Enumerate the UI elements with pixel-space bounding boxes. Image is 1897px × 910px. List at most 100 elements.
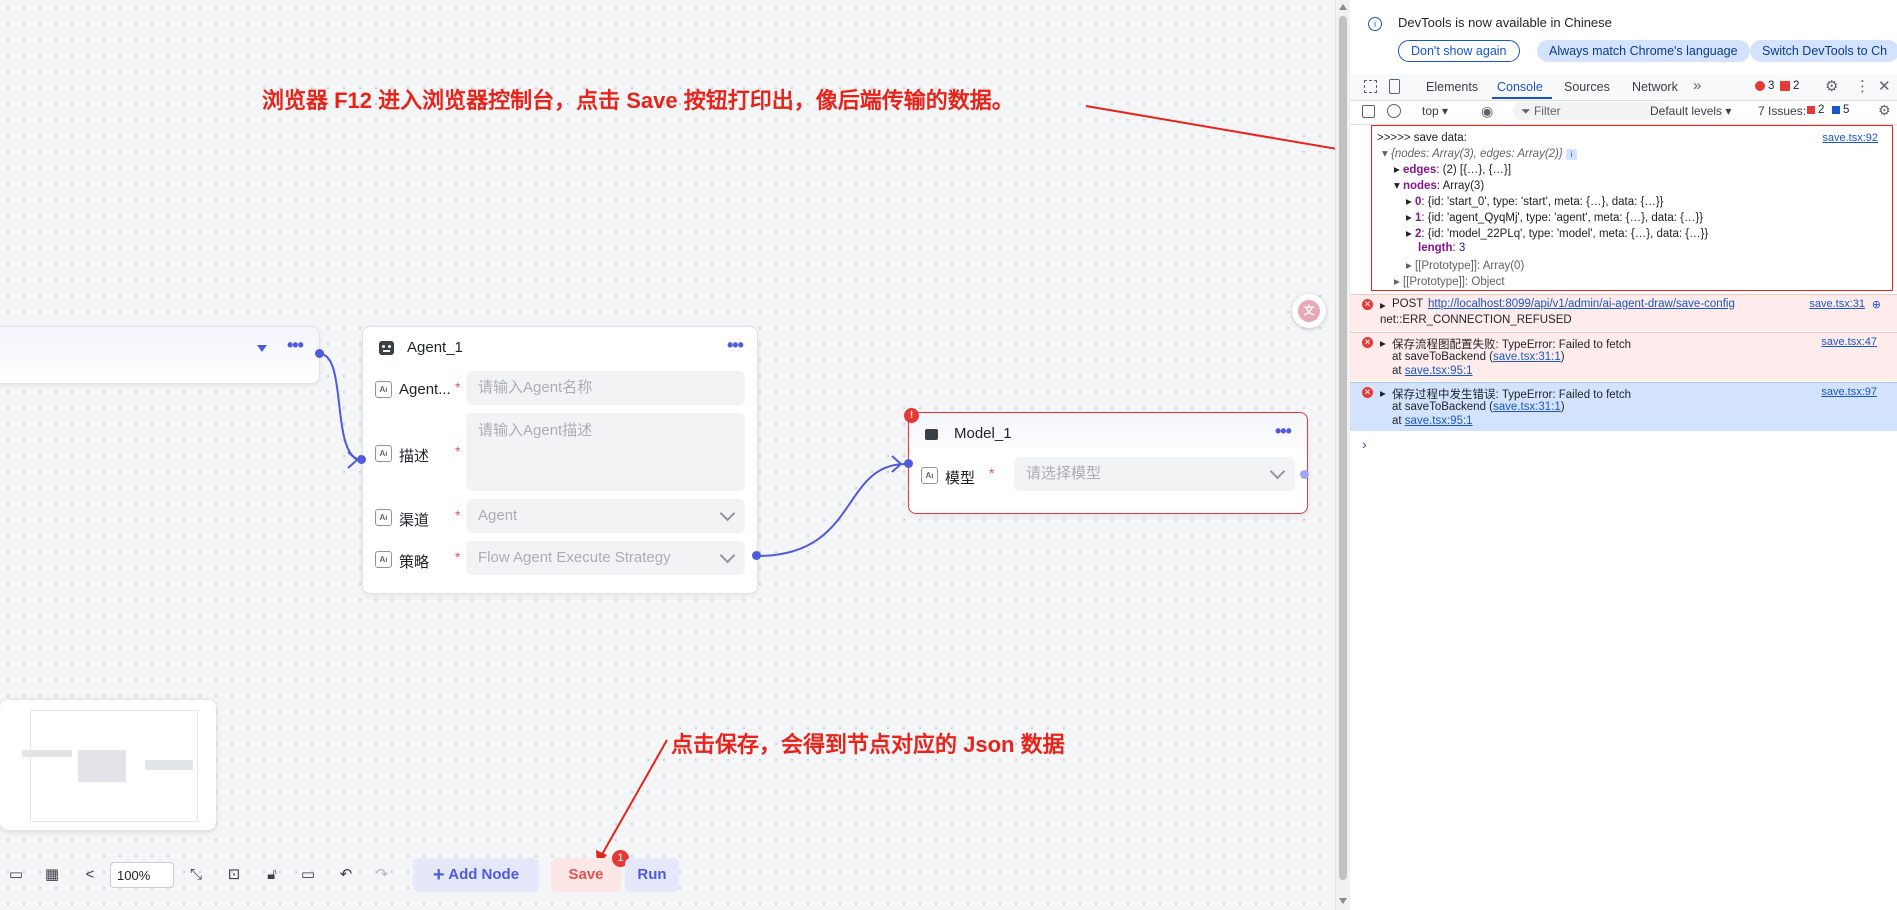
issues-error-count: 2	[1818, 104, 1825, 116]
stack-suffix: )	[1560, 401, 1565, 413]
log-source-link[interactable]: save.tsx:92	[1822, 132, 1878, 144]
redo-icon[interactable]: ↷	[372, 865, 392, 885]
agent-name-input[interactable]: 请输入Agent名称	[466, 371, 745, 405]
match-language-button[interactable]: Always match Chrome's language	[1537, 40, 1750, 62]
collapsed-caret-icon: ▸	[1406, 212, 1412, 224]
clear-console-icon[interactable]	[1387, 104, 1401, 118]
issues-label[interactable]: 7 Issues:	[1758, 104, 1806, 118]
log-nodes-row[interactable]: ▾ nodes: Array(3)	[1394, 178, 1484, 192]
more-tabs-icon[interactable]: »	[1693, 77, 1701, 94]
more-icon[interactable]: •••	[1275, 422, 1292, 440]
tab-sources[interactable]: Sources	[1564, 80, 1610, 94]
model-input-port[interactable]	[904, 459, 913, 468]
more-icon[interactable]: •••	[727, 336, 744, 354]
stack-prefix: at saveToBackend (	[1392, 401, 1494, 413]
stack-link[interactable]: save.tsx:31:1	[1493, 351, 1561, 363]
expand-icon[interactable]: ⤡	[186, 865, 206, 885]
log-node-0[interactable]: ▸ 0: {id: 'start_0', type: 'start', meta…	[1406, 194, 1664, 208]
start-output-port[interactable]	[315, 349, 324, 358]
switch-language-button[interactable]: Switch DevTools to Ch	[1750, 40, 1897, 62]
collapsed-caret-icon: ▸	[1394, 164, 1400, 176]
log-node-2[interactable]: ▸ 2: {id: 'model_22PLq', type: 'model', …	[1406, 226, 1708, 240]
error-line2: net::ERR_CONNECTION_REFUSED	[1380, 314, 1572, 326]
zoom-input[interactable]: 100%	[110, 862, 174, 888]
strategy-select[interactable]: Flow Agent Execute Strategy	[466, 541, 745, 575]
error-source-link[interactable]: save.tsx:47	[1821, 336, 1877, 348]
model-select[interactable]: 请选择模型	[1014, 457, 1295, 491]
agent-output-port[interactable]	[752, 551, 761, 560]
more-icon[interactable]: •••	[287, 336, 304, 354]
readonly-icon[interactable]: ⊡	[224, 865, 244, 885]
chevron-down-icon[interactable]	[257, 345, 267, 352]
collapsed-caret-icon[interactable]: ▸	[1380, 298, 1386, 312]
tab-elements[interactable]: Elements	[1426, 80, 1478, 94]
key-length: length	[1418, 242, 1453, 254]
annotation-arrow-bottom	[599, 739, 668, 859]
console-error-save-config: ✕ ▸ 保存流程图配置失败: TypeError: Failed to fetc…	[1350, 332, 1897, 381]
scroll-up-arrow[interactable]	[1339, 4, 1347, 10]
key-nodes: nodes	[1402, 180, 1437, 192]
run-button[interactable]: Run	[625, 858, 679, 892]
tab-network[interactable]: Network	[1632, 80, 1678, 94]
lock-icon[interactable]: 🔓︎	[262, 865, 282, 885]
warning-count-icon[interactable]	[1780, 81, 1790, 91]
globe-icon[interactable]: ⊕	[1872, 298, 1881, 311]
add-node-button[interactable]: + Add Node	[413, 858, 539, 892]
log-edges-row[interactable]: ▸ edges: (2) [{…}, {…}]	[1394, 162, 1511, 176]
settings-gear-icon[interactable]: ⚙	[1825, 77, 1838, 95]
console-settings-icon[interactable]: ⚙	[1878, 102, 1891, 119]
error-source-link[interactable]: save.tsx:31	[1809, 298, 1865, 310]
error-count-icon[interactable]	[1755, 81, 1765, 91]
channel-select[interactable]: Agent	[466, 499, 745, 533]
levels-select[interactable]: Default levels ▾	[1650, 104, 1731, 118]
undo-icon[interactable]: ↶	[336, 865, 356, 885]
console-prompt[interactable]: ›	[1362, 436, 1367, 452]
annotation-top: 浏览器 F12 进入浏览器控制台，点击 Save 按钮打印出，像后端传输的数据。	[262, 88, 1014, 113]
canvas-scrollbar[interactable]	[1335, 0, 1351, 910]
save-button[interactable]: Save	[551, 858, 621, 892]
log-node-1[interactable]: ▸ 1: {id: 'agent_QyqMj', type: 'agent', …	[1406, 210, 1703, 224]
comment-icon[interactable]: ▭	[298, 865, 318, 885]
translate-icon[interactable]: 文	[1292, 294, 1326, 328]
scroll-down-arrow[interactable]	[1339, 898, 1347, 904]
error-icon: ✕	[1362, 299, 1373, 310]
stack-line-1: at saveToBackend (save.tsx:31:1)	[1392, 401, 1565, 413]
error-message: 保存过程中发生错误: TypeError: Failed to fetch	[1392, 389, 1632, 401]
scroll-thumb[interactable]	[1339, 16, 1347, 880]
error-source-link[interactable]: save.tsx:97	[1821, 386, 1877, 398]
agent-description-textarea[interactable]: 请输入Agent描述	[466, 413, 745, 491]
tab-console[interactable]: Console	[1497, 80, 1543, 94]
start-node[interactable]: •••	[0, 326, 320, 384]
kebab-menu-icon[interactable]: ⋮	[1855, 77, 1870, 95]
stack-link[interactable]: save.tsx:95:1	[1405, 365, 1473, 377]
dont-show-again-button[interactable]: Don't show again	[1398, 40, 1520, 62]
issues-info-count: 5	[1843, 104, 1850, 116]
model-node[interactable]: Model_1 ••• Aı 模型 * 请选择模型	[908, 412, 1308, 514]
collapsed-caret-icon[interactable]: ▸	[1380, 386, 1386, 400]
log-length-row: length: 3	[1418, 242, 1466, 254]
filter-input[interactable]: ⏷ Filter	[1513, 102, 1669, 120]
log-summary[interactable]: ▾ {nodes: Array(3), edges: Array(2)} i	[1382, 146, 1577, 160]
close-icon[interactable]: ✕	[1878, 77, 1891, 95]
collapsed-caret-icon[interactable]: ▸	[1380, 336, 1386, 350]
expand-caret-icon: ▾	[1394, 180, 1400, 192]
model-output-port[interactable]	[1300, 470, 1309, 479]
log-proto-object[interactable]: ▸ [[Prototype]]: Object	[1394, 274, 1505, 288]
stack-link[interactable]: save.tsx:31:1	[1493, 401, 1561, 413]
agent-input-port[interactable]	[357, 455, 366, 464]
flow-canvas[interactable]: ••• Agent_1 ••• Aı Agent... * 请输入Agent名称…	[0, 0, 1335, 910]
eye-icon[interactable]: ◉	[1481, 103, 1493, 120]
context-select[interactable]: top ▾	[1422, 104, 1448, 118]
agent-node[interactable]: Agent_1 ••• Aı Agent... * 请输入Agent名称 Aı …	[362, 326, 758, 594]
minimap-toggle-icon[interactable]: ▭	[6, 865, 26, 885]
layout-icon[interactable]: ▦	[42, 865, 62, 885]
fit-view-icon[interactable]: <	[80, 865, 100, 885]
post-url-link[interactable]: http://localhost:8099/api/v1/admin/ai-ag…	[1428, 298, 1735, 310]
device-toolbar-icon[interactable]	[1389, 79, 1400, 94]
log-proto-array[interactable]: ▸ [[Prototype]]: Array(0)	[1406, 258, 1524, 272]
info-badge-icon: i	[1565, 149, 1577, 160]
minimap[interactable]	[0, 700, 216, 830]
sidebar-toggle-icon[interactable]	[1362, 105, 1375, 118]
stack-link[interactable]: save.tsx:95:1	[1405, 415, 1473, 427]
inspect-icon[interactable]	[1364, 80, 1377, 93]
